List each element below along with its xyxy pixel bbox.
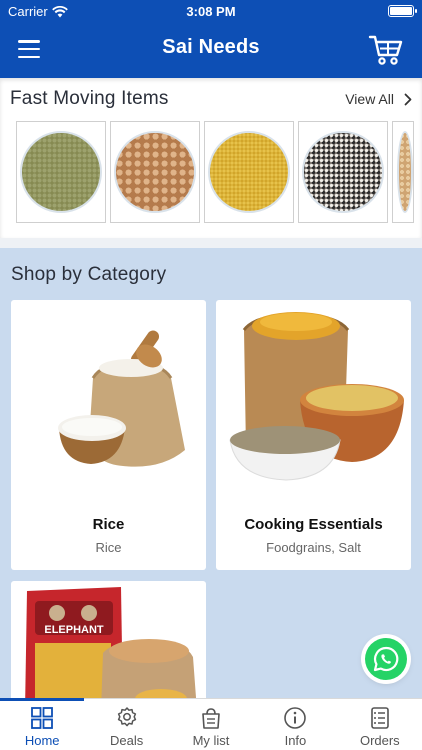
section-divider	[0, 238, 422, 248]
whatsapp-icon	[373, 646, 399, 672]
view-all-link[interactable]: View All	[345, 91, 412, 107]
category-title: Shop by Category	[11, 264, 167, 285]
tab-label: Home	[24, 733, 60, 748]
fast-moving-items	[16, 121, 414, 223]
bottom-tab-bar: Home Deals My list Info Orders	[0, 698, 422, 750]
category-section: Shop by Category Rice Rice Cooking Essen…	[0, 248, 422, 700]
product-card[interactable]	[16, 121, 106, 223]
elephant-bag-image: ELEPHANT	[25, 587, 197, 700]
chickpea-image	[114, 131, 196, 213]
whatsapp-button[interactable]	[365, 638, 407, 680]
tab-deals[interactable]: Deals	[84, 699, 168, 750]
tab-info[interactable]: Info	[253, 699, 337, 750]
category-card-subtitle: Rice	[95, 540, 122, 555]
category-card-subtitle: Foodgrains, Salt	[266, 540, 361, 555]
category-card-title: Rice	[92, 516, 125, 533]
info-icon	[284, 707, 307, 729]
category-card-pulses[interactable]: ELEPHANT	[11, 581, 206, 700]
product-card[interactable]	[204, 121, 294, 223]
tab-label: Info	[284, 733, 307, 748]
status-bar: Carrier 3:08 PM	[0, 0, 422, 22]
category-card-rice[interactable]: Rice Rice	[11, 300, 206, 570]
chevron-right-icon	[404, 93, 412, 105]
tab-home[interactable]: Home	[0, 698, 85, 750]
product-card[interactable]	[110, 121, 200, 223]
status-time: 3:08 PM	[186, 4, 236, 19]
orders-list-icon	[371, 707, 389, 729]
category-card-title: Cooking Essentials	[244, 516, 383, 533]
app-title: Sai Needs	[162, 36, 260, 58]
millet-grain-image	[20, 131, 102, 213]
battery-icon	[388, 5, 417, 17]
top-bar: Carrier 3:08 PM Sai Needs	[0, 0, 422, 78]
tab-my-list[interactable]: My list	[169, 699, 253, 750]
fast-moving-section: Fast Moving Items View All	[0, 78, 422, 238]
cooking-essentials-image	[229, 312, 404, 481]
category-card-cooking-essentials[interactable]: Cooking Essentials Foodgrains, Salt	[216, 300, 411, 570]
view-all-label: View All	[345, 91, 394, 107]
product-card[interactable]	[392, 121, 414, 223]
mixed-seed-image	[302, 131, 384, 213]
tab-label: Orders	[359, 733, 400, 748]
partial-grain-image	[397, 131, 413, 213]
grid-icon	[31, 707, 54, 729]
tab-label: My list	[192, 733, 230, 748]
tab-orders[interactable]: Orders	[338, 699, 422, 750]
elephant-bag-label: ELEPHANT	[44, 624, 104, 636]
cart-icon[interactable]	[368, 32, 404, 68]
fast-moving-header: Fast Moving Items View All	[10, 88, 412, 112]
product-card[interactable]	[298, 121, 388, 223]
rice-sack-image	[58, 330, 185, 467]
tab-label: Deals	[109, 733, 144, 748]
shopping-bag-icon	[202, 708, 220, 729]
gear-badge-icon	[117, 707, 136, 727]
yellow-millet-image	[208, 131, 290, 213]
nav-bar: Sai Needs	[0, 26, 422, 74]
